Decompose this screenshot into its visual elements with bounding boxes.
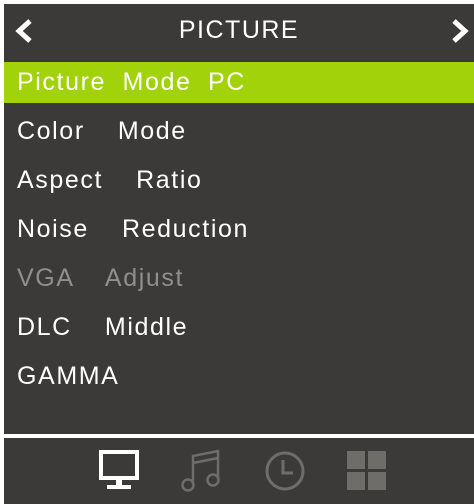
category-tab-bar — [4, 438, 474, 504]
menu-item-gamma[interactable]: GAMMA — [4, 356, 474, 397]
next-page-button[interactable] — [446, 18, 472, 44]
monitor-icon — [99, 450, 139, 489]
tab-sound[interactable] — [179, 448, 225, 494]
grid-icon — [347, 451, 386, 490]
tab-setup[interactable] — [344, 448, 390, 494]
tab-picture[interactable] — [96, 448, 142, 494]
clock-icon — [265, 451, 305, 491]
menu-item-dlc[interactable]: DLC Middle — [4, 307, 474, 348]
menu-item-noise-reduction[interactable]: Noise Reduction — [4, 209, 474, 250]
menu-item-aspect-ratio[interactable]: Aspect Ratio — [4, 160, 474, 201]
menu-panel: PICTURE Picture Mode PC Color Mode Aspec… — [4, 4, 474, 434]
menu-header: PICTURE — [4, 4, 474, 58]
picture-settings-list: Picture Mode PC Color Mode Aspect Ratio … — [4, 62, 474, 405]
music-note-icon — [181, 449, 220, 492]
picture-osd-menu: PICTURE Picture Mode PC Color Mode Aspec… — [0, 0, 474, 504]
menu-item-vga-adjust: VGA Adjust — [17, 264, 185, 292]
tab-time[interactable] — [262, 448, 308, 494]
chevron-right-icon — [452, 19, 469, 43]
page-title: PICTURE — [178, 16, 300, 44]
menu-item-picture-mode[interactable]: Picture Mode PC — [4, 62, 474, 103]
menu-item-color-mode[interactable]: Color Mode — [4, 111, 474, 152]
